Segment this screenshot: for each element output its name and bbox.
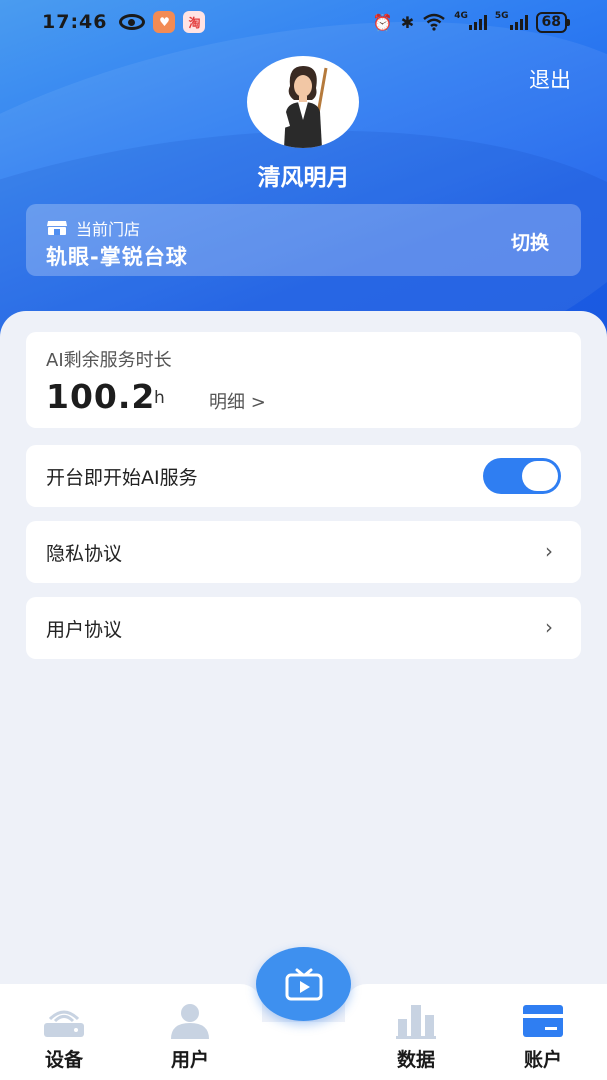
store-label: 当前门店 — [76, 220, 141, 239]
bluetooth-icon: ✱ — [400, 12, 415, 32]
battery-icon: 68 — [535, 11, 571, 33]
chevron-right-icon: › — [545, 539, 553, 563]
avatar-illustration — [278, 66, 328, 148]
nav-account-label: 账户 — [523, 1049, 562, 1071]
ai-service-unit: h — [154, 388, 165, 408]
wifi-icon — [423, 13, 445, 31]
status-bar: 17:46 ♥ 淘 ⏰ ✱ 4G 5G 68 — [0, 0, 607, 44]
card-icon — [523, 1005, 563, 1037]
store-label-row: 当前门店 — [46, 216, 140, 240]
store-icon — [47, 221, 67, 235]
nav-item-device[interactable]: 设备 — [24, 1003, 104, 1072]
user-agreement-row[interactable]: 用户协议 › — [26, 597, 581, 659]
nav-item-data[interactable]: 数据 — [376, 1003, 456, 1072]
ai-service-value: 100.2 — [46, 377, 156, 416]
current-store-card: 当前门店 轨眼-掌锐台球 切换 — [26, 204, 581, 276]
alarm-icon: ⏰ — [372, 12, 393, 32]
signal-icon — [509, 14, 528, 30]
switch-store-button[interactable]: 切换 — [511, 228, 549, 255]
privacy-policy-row[interactable]: 隐私协议 › — [26, 521, 581, 583]
nav-item-account[interactable]: 账户 — [503, 1003, 583, 1072]
user-icon — [171, 1004, 209, 1039]
user-agreement-label: 用户协议 — [46, 619, 123, 641]
nav-item-user[interactable]: 用户 — [150, 1003, 230, 1072]
ai-detail-link[interactable]: 明细 > — [209, 388, 266, 414]
tv-icon — [285, 968, 322, 1001]
store-name: 轨眼-掌锐台球 — [46, 245, 188, 269]
signal-icon — [468, 14, 487, 30]
avatar[interactable] — [247, 56, 359, 148]
privacy-policy-label: 隐私协议 — [46, 543, 123, 565]
toggle-knob — [522, 461, 558, 491]
bar-chart-icon — [396, 1005, 436, 1039]
username: 清风明月 — [257, 165, 350, 191]
status-time: 17:46 — [42, 11, 108, 33]
nav-middle-panel — [240, 1022, 367, 1080]
auto-ai-toggle[interactable] — [483, 458, 561, 494]
logout-button[interactable]: 退出 — [529, 64, 571, 94]
heart-app-icon: ♥ — [153, 11, 176, 33]
nav-data-label: 数据 — [396, 1049, 435, 1071]
router-icon — [44, 1010, 84, 1037]
taobao-app-icon: 淘 — [183, 11, 206, 33]
ai-service-card: AI剩余服务时长 100.2 h 明细 > — [26, 332, 581, 428]
network-4g-label: 4G — [454, 11, 468, 21]
nav-device-label: 设备 — [44, 1049, 83, 1071]
chevron-right-icon: › — [545, 615, 553, 639]
eye-icon — [119, 14, 146, 30]
ai-service-title: AI剩余服务时长 — [46, 350, 172, 371]
center-tv-button[interactable] — [256, 947, 351, 1021]
auto-ai-setting-row: 开台即开始AI服务 — [26, 445, 581, 507]
network-5g-label: 5G — [494, 11, 509, 21]
auto-ai-label: 开台即开始AI服务 — [46, 467, 198, 489]
nav-user-label: 用户 — [170, 1049, 209, 1071]
